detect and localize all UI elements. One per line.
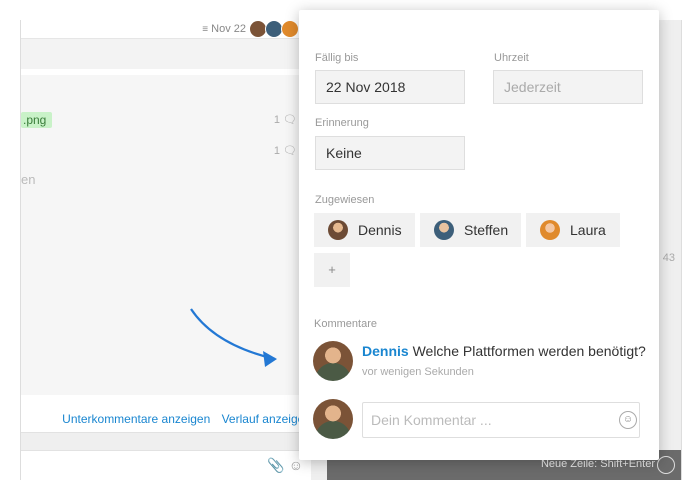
assignee-laura[interactable]: Laura <box>526 213 620 247</box>
comment-count: 1 🗨 <box>273 145 297 157</box>
time-field[interactable]: Jederzeit <box>493 70 643 104</box>
comment-body: Dennis Welche Plattformen werden benötig… <box>362 343 646 359</box>
comment-author[interactable]: Dennis <box>362 343 409 359</box>
task-detail-panel: Fällig bis 22 Nov 2018 Uhrzeit Jederzeit… <box>299 10 659 460</box>
list-band <box>21 39 311 69</box>
add-assignee-button[interactable]: + <box>314 253 350 287</box>
speech-bubble-icon: 🗨 <box>283 114 297 126</box>
assignee-name: Dennis <box>358 222 402 238</box>
assignee-dennis[interactable]: Dennis <box>314 213 415 247</box>
list-header: ≡ Nov 22 <box>21 20 311 39</box>
comment-text: Welche Plattformen werden benötigt? <box>412 343 646 359</box>
paperclip-icon[interactable]: 📎 <box>267 457 284 473</box>
avatar <box>540 220 560 240</box>
avatar <box>328 220 348 240</box>
reminder-label: Erinnerung <box>315 117 369 129</box>
sort-icon[interactable]: ≡ <box>202 24 208 35</box>
comments-label: Kommentare <box>314 318 377 330</box>
comment-input[interactable] <box>362 402 640 438</box>
annotation-arrow <box>190 308 277 367</box>
task-list-pane: ≡ Nov 22 .png 1 🗨 1 🗨 en Unterkommentare… <box>21 20 311 480</box>
comment-links: Unterkommentare anzeigen Verlauf anzeige… <box>21 412 311 426</box>
time-label: Uhrzeit <box>494 52 529 64</box>
due-date-field[interactable]: 22 Nov 2018 <box>315 70 465 104</box>
file-attachment-chip[interactable]: .png <box>21 112 53 128</box>
show-subcomments-link[interactable]: Unterkommentare anzeigen <box>62 412 210 426</box>
smiley-icon[interactable] <box>657 456 675 474</box>
assignee-name: Laura <box>570 222 606 238</box>
avatar <box>281 20 299 38</box>
due-label: Fällig bis <box>315 52 359 64</box>
header-date: Nov 22 <box>211 23 246 35</box>
avatar <box>434 220 454 240</box>
comment-timestamp: vor wenigen Sekunden <box>362 366 474 378</box>
assigned-label: Zugewiesen <box>315 194 375 206</box>
reminder-field[interactable]: Keine <box>315 136 465 170</box>
list-text-fragment: en <box>21 172 36 187</box>
current-user-avatar <box>313 399 353 439</box>
comment-count: 1 🗨 <box>273 114 297 126</box>
assignee-name: Steffen <box>464 222 509 238</box>
assignee-steffen[interactable]: Steffen <box>420 213 521 247</box>
speech-bubble-icon: 🗨 <box>283 145 297 157</box>
time-fragment: 43 <box>662 252 675 264</box>
smiley-icon[interactable]: ☺ <box>619 411 637 429</box>
input-icons: 📎 ☺ <box>267 457 303 474</box>
comment-author-avatar <box>313 341 353 381</box>
show-history-link[interactable]: Verlauf anzeigen <box>222 412 311 426</box>
bottom-input-bar[interactable]: 📎 ☺ <box>21 450 311 480</box>
list-header-meta: ≡ Nov 22 <box>202 20 299 38</box>
divider <box>21 432 311 451</box>
